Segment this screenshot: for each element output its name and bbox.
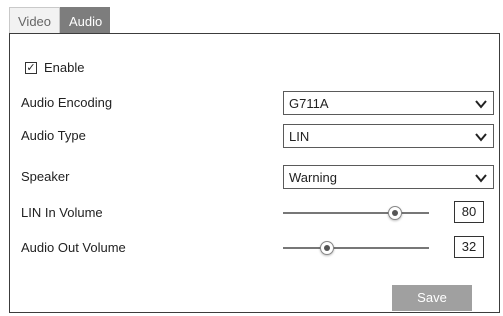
tab-video[interactable]: Video: [9, 7, 60, 34]
lin-in-volume-input[interactable]: 80: [454, 201, 484, 223]
audio-type-value: LIN: [289, 129, 310, 144]
speaker-label: Speaker: [21, 169, 70, 184]
audio-type-select[interactable]: LIN: [283, 124, 494, 148]
audio-out-volume-label: Audio Out Volume: [21, 240, 126, 255]
chevron-down-icon: [475, 100, 487, 109]
chevron-down-icon: [475, 174, 487, 183]
tab-audio[interactable]: Audio: [60, 7, 110, 34]
audio-type-label: Audio Type: [21, 128, 86, 143]
audio-encoding-value: G711A: [289, 96, 329, 111]
save-button[interactable]: Save: [392, 285, 472, 311]
audio-settings-panel: ✓ Enable Audio Encoding G711A Audio Type…: [9, 33, 500, 313]
speaker-select[interactable]: Warning: [283, 165, 494, 189]
tab-bar: Video Audio: [9, 7, 110, 34]
slider-knob-icon[interactable]: [388, 206, 402, 220]
speaker-row: Speaker Warning: [10, 165, 499, 189]
chevron-down-icon: [475, 133, 487, 142]
audio-encoding-select[interactable]: G711A: [283, 91, 494, 115]
audio-out-volume-input[interactable]: 32: [454, 236, 484, 258]
enable-checkbox[interactable]: ✓: [25, 62, 37, 74]
audio-type-row: Audio Type LIN: [10, 124, 499, 148]
lin-in-volume-row: LIN In Volume 80: [10, 201, 499, 225]
enable-row: ✓ Enable: [10, 57, 499, 81]
lin-in-volume-label: LIN In Volume: [21, 205, 103, 220]
audio-out-volume-slider[interactable]: [283, 247, 429, 249]
slider-knob-icon[interactable]: [320, 241, 334, 255]
enable-label: Enable: [44, 60, 85, 75]
speaker-value: Warning: [289, 170, 337, 185]
audio-out-volume-row: Audio Out Volume 32: [10, 236, 499, 260]
audio-encoding-row: Audio Encoding G711A: [10, 91, 499, 115]
lin-in-volume-slider[interactable]: [283, 212, 429, 214]
audio-encoding-label: Audio Encoding: [21, 95, 113, 110]
